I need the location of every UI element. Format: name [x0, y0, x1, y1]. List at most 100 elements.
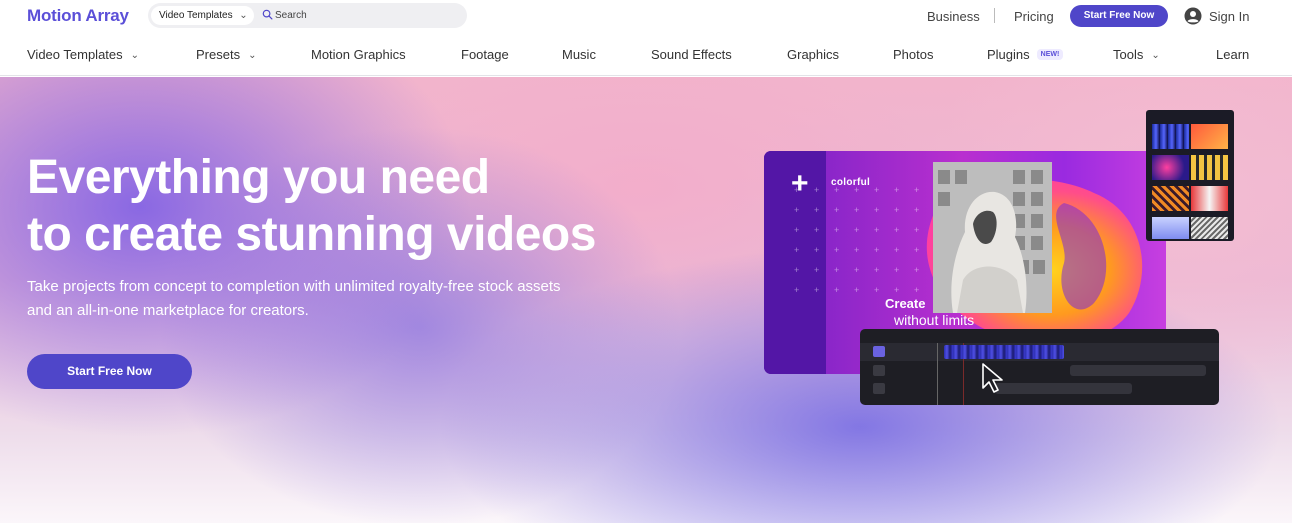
grid-plus-mark: +	[874, 285, 880, 295]
grid-plus-mark: +	[794, 225, 800, 235]
nav-item-photos[interactable]: Photos	[893, 47, 933, 62]
grid-plus-mark: +	[814, 205, 820, 215]
grid-plus-mark: +	[794, 205, 800, 215]
nav-item-music[interactable]: Music	[562, 47, 596, 62]
grid-plus-mark: +	[834, 245, 840, 255]
nav-item-label: Tools	[1113, 47, 1144, 62]
grid-plus-mark: +	[854, 245, 860, 255]
search-bar[interactable]: Video Templates ⌄	[148, 3, 467, 28]
mockup-tagline: without limits	[894, 312, 975, 328]
grid-plus-mark: +	[834, 285, 840, 295]
thumbnail	[1152, 217, 1189, 239]
hero-title: Everything you need to create stunning v…	[27, 149, 707, 263]
search-icon	[262, 9, 273, 20]
grid-plus-mark: +	[894, 285, 900, 295]
chevron-down-icon: ⌄	[239, 10, 248, 21]
grid-plus-mark: +	[834, 265, 840, 275]
grid-plus-mark: +	[854, 205, 860, 215]
grid-plus-mark: +	[874, 245, 880, 255]
grid-plus-mark: +	[814, 265, 820, 275]
grid-plus-mark: +	[894, 245, 900, 255]
timeline-clip	[1070, 365, 1206, 376]
nav-item-label: Presets	[196, 47, 241, 62]
grid-plus-mark: +	[834, 185, 840, 195]
thumbnail	[1152, 155, 1189, 180]
grid-plus-mark: +	[794, 185, 800, 195]
hero-title-line: to create stunning videos	[27, 208, 596, 261]
nav-item-video-templates[interactable]: Video Templates ⌄	[27, 47, 139, 62]
search-category-select[interactable]: Video Templates ⌄	[151, 6, 254, 25]
nav-item-graphics[interactable]: Graphics	[787, 47, 839, 62]
grid-plus-mark: +	[814, 285, 820, 295]
hero-subtitle-line: and an all-in-one marketplace for creato…	[27, 302, 309, 319]
hero-section: Everything you need to create stunning v…	[0, 77, 1292, 523]
chevron-down-icon: ⌄	[1151, 50, 1160, 61]
top-bar: Motion Array Video Templates ⌄ Business …	[0, 0, 1292, 32]
mockup-photo	[933, 162, 1052, 313]
divider	[994, 8, 995, 23]
grid-plus-mark: +	[834, 225, 840, 235]
chevron-down-icon: ⌄	[248, 50, 257, 61]
nav-item-footage[interactable]: Footage	[461, 47, 509, 62]
nav-item-presets[interactable]: Presets ⌄	[196, 47, 256, 62]
grid-plus-mark: +	[794, 285, 800, 295]
grid-plus-mark: +	[814, 185, 820, 195]
track-toggle	[873, 365, 885, 376]
playhead	[937, 343, 938, 405]
hero-subtitle-line: Take projects from concept to completion…	[27, 278, 561, 295]
business-link[interactable]: Business	[927, 9, 980, 24]
thumbnail	[1152, 124, 1189, 149]
grid-plus-mark: +	[874, 205, 880, 215]
mockup-headline: Create	[885, 296, 926, 311]
hero-start-free-button[interactable]: Start Free Now	[27, 354, 192, 389]
nav-item-label: Video Templates	[27, 47, 123, 62]
grid-plus-mark: +	[794, 265, 800, 275]
nav-item-plugins[interactable]: Plugins NEW!	[987, 47, 1064, 63]
hero-title-line: Everything you need	[27, 151, 490, 204]
sign-in-link[interactable]: Sign In	[1184, 7, 1249, 25]
grid-plus-mark: +	[894, 225, 900, 235]
nav-item-motion-graphics[interactable]: Motion Graphics	[311, 47, 406, 62]
thumbnail	[1191, 155, 1228, 180]
chevron-down-icon: ⌄	[130, 50, 140, 61]
grid-plus-mark: +	[794, 245, 800, 255]
pricing-link[interactable]: Pricing	[1014, 9, 1054, 24]
timeline-track	[860, 362, 1219, 380]
timeline-clip-active	[944, 345, 1064, 359]
user-icon	[1184, 7, 1202, 25]
grid-plus-mark: +	[894, 265, 900, 275]
thumbnail	[1191, 186, 1228, 211]
timeline-track	[860, 380, 1219, 398]
thumbnail	[1152, 186, 1189, 211]
grid-plus-mark: +	[834, 205, 840, 215]
new-badge: NEW!	[1036, 49, 1064, 60]
timeline-panel	[860, 329, 1219, 405]
cursor-icon	[982, 363, 1003, 393]
sign-in-label: Sign In	[1209, 8, 1250, 24]
timeline-clip	[995, 383, 1132, 394]
start-free-button[interactable]: Start Free Now	[1070, 5, 1168, 27]
thumbnail	[1191, 217, 1228, 239]
logo[interactable]: Motion Array	[27, 6, 129, 26]
grid-plus-mark: +	[854, 225, 860, 235]
grid-plus-mark: +	[874, 185, 880, 195]
grid-plus-mark: +	[814, 245, 820, 255]
thumbnail	[1191, 124, 1228, 149]
grid-plus-mark: +	[814, 225, 820, 235]
nav-item-tools[interactable]: Tools ⌄	[1113, 47, 1160, 62]
grid-plus-mark: +	[854, 285, 860, 295]
grid-plus-mark: +	[854, 265, 860, 275]
grid-plus-mark: +	[874, 265, 880, 275]
nav-item-learn[interactable]: Learn	[1216, 47, 1249, 62]
grid-plus-mark: +	[874, 225, 880, 235]
hero-subtitle: Take projects from concept to completion…	[27, 275, 647, 323]
main-nav: Video Templates ⌄ Presets ⌄ Motion Graphic…	[0, 38, 1292, 76]
grid-plus-mark: +	[894, 185, 900, 195]
nav-item-label: Plugins	[987, 47, 1030, 62]
search-input[interactable]	[275, 7, 455, 24]
thumbnail-panel	[1146, 110, 1234, 241]
grid-plus-mark: +	[894, 205, 900, 215]
track-toggle	[873, 346, 885, 357]
nav-item-sound-effects[interactable]: Sound Effects	[651, 47, 732, 62]
search-category-label: Video Templates	[159, 10, 233, 21]
